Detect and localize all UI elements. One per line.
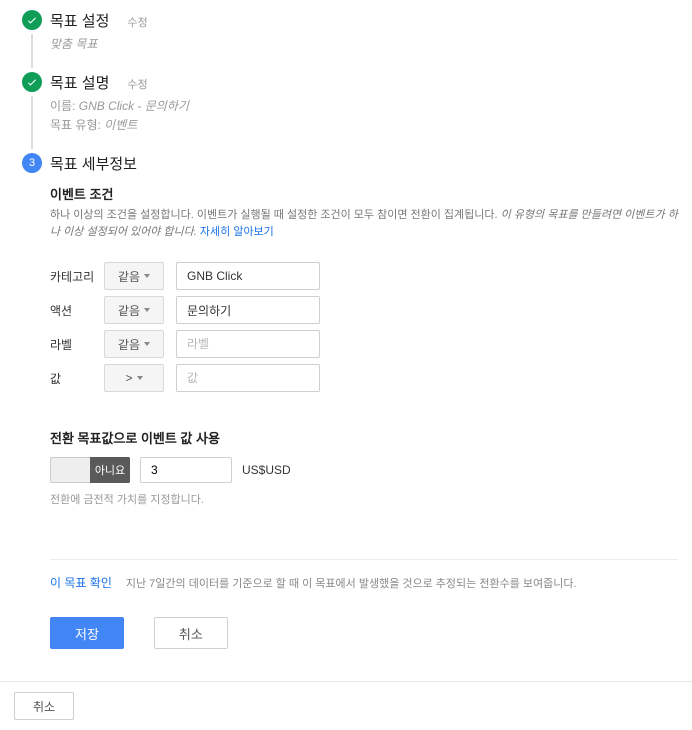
step-goal-details: 3 목표 세부정보 이벤트 조건 하나 이상의 조건을 설정합니다. 이벤트가 … [14, 153, 678, 649]
cond-op-select-action[interactable]: 같음 [104, 296, 164, 324]
conversion-toggle[interactable]: 아니요 [50, 457, 130, 483]
step1-edit-link[interactable]: 수정 [127, 14, 147, 30]
currency-label: US$USD [242, 463, 291, 477]
conditions-table: 카테고리 같음 액션 같음 라벨 같음 [50, 262, 678, 392]
cond-op-select-label[interactable]: 같음 [104, 330, 164, 358]
chevron-down-icon [144, 274, 150, 278]
step-goal-description: 목표 설명 수정 이름: GNB Click - 문의하기 목표 유형: 이벤트 [14, 72, 678, 149]
step1-title[interactable]: 목표 설정 [50, 10, 109, 31]
conversion-toggle-yes[interactable] [50, 457, 90, 483]
conversion-title: 전환 목표값으로 이벤트 값 사용 [50, 428, 678, 447]
cond-label-label: 라벨 [50, 336, 104, 353]
cancel-button[interactable]: 취소 [154, 617, 228, 649]
step1-subtitle: 맞춤 목표 [50, 35, 678, 52]
cond-row-label: 라벨 같음 [50, 330, 678, 358]
step2-edit-link[interactable]: 수정 [127, 76, 147, 92]
cond-input-category[interactable] [176, 262, 320, 290]
cond-row-value: 값 > [50, 364, 678, 392]
chevron-down-icon [144, 342, 150, 346]
cond-op-select-category[interactable]: 같음 [104, 262, 164, 290]
check-icon [22, 10, 42, 30]
conversion-toggle-no[interactable]: 아니요 [90, 457, 130, 483]
cond-input-value[interactable] [176, 364, 320, 392]
footer-cancel-button[interactable]: 취소 [14, 692, 74, 720]
cond-op-select-value[interactable]: > [104, 364, 164, 392]
learn-more-link[interactable]: 자세히 알아보기 [200, 226, 274, 238]
cond-label-value: 값 [50, 370, 104, 387]
action-buttons: 저장 취소 [50, 617, 678, 649]
cond-label-action: 액션 [50, 302, 104, 319]
cond-input-label[interactable] [176, 330, 320, 358]
step2-title[interactable]: 목표 설명 [50, 72, 109, 93]
step-number-icon: 3 [22, 153, 42, 173]
step2-type: 목표 유형: 이벤트 [50, 116, 678, 133]
event-conditions-desc: 하나 이상의 조건을 설정합니다. 이벤트가 실행될 때 설정한 조건이 모두 … [50, 207, 678, 240]
chevron-down-icon [137, 376, 143, 380]
step2-name: 이름: GNB Click - 문의하기 [50, 97, 678, 114]
conversion-section: 전환 목표값으로 이벤트 값 사용 아니요 US$USD 전환에 금전적 가치를… [50, 428, 678, 507]
verify-goal-link[interactable]: 이 목표 확인 [50, 574, 112, 591]
check-icon [22, 72, 42, 92]
footer: 취소 [0, 681, 692, 730]
conversion-value-input[interactable] [140, 457, 232, 483]
cond-row-category: 카테고리 같음 [50, 262, 678, 290]
verify-row: 이 목표 확인 지난 7일간의 데이터를 기준으로 할 때 이 목표에서 발생했… [50, 559, 678, 591]
step3-title: 목표 세부정보 [50, 153, 137, 174]
event-conditions-title: 이벤트 조건 [50, 184, 678, 203]
step-goal-setup: 목표 설정 수정 맞춤 목표 [14, 10, 678, 68]
conversion-desc: 전환에 금전적 가치를 지정합니다. [50, 491, 678, 507]
cond-row-action: 액션 같음 [50, 296, 678, 324]
save-button[interactable]: 저장 [50, 617, 124, 649]
chevron-down-icon [144, 308, 150, 312]
verify-desc: 지난 7일간의 데이터를 기준으로 할 때 이 목표에서 발생했을 것으로 추정… [126, 575, 577, 591]
cond-input-action[interactable] [176, 296, 320, 324]
cond-label-category: 카테고리 [50, 268, 104, 285]
